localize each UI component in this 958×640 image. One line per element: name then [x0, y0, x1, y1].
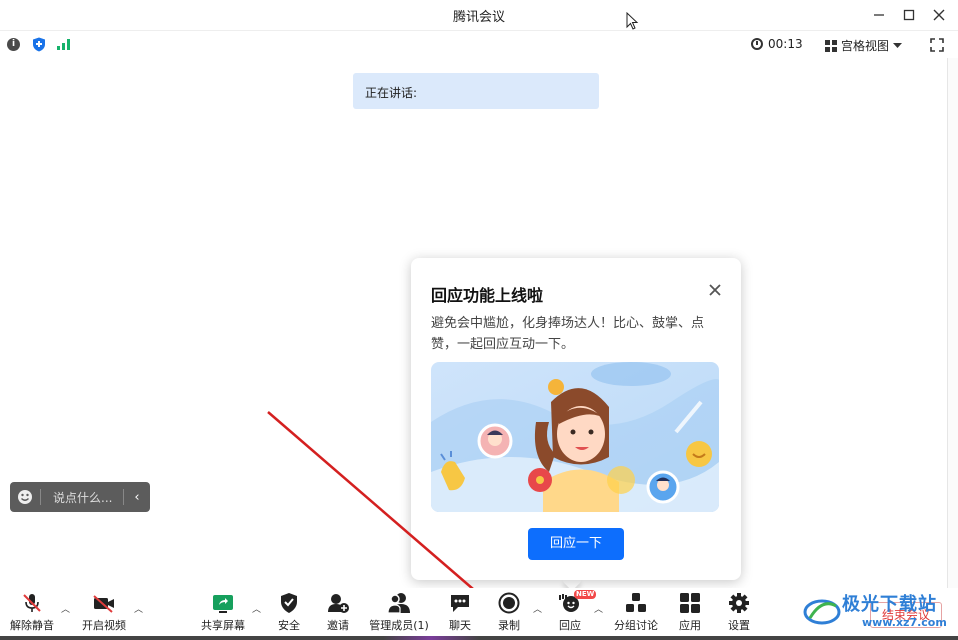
unmute-button[interactable]: 解除静音	[2, 592, 62, 633]
grid-view-icon	[825, 39, 837, 52]
info-icon[interactable]: i	[7, 38, 20, 51]
mic-muted-icon	[23, 594, 41, 612]
taskbar-strip	[0, 636, 958, 640]
gear-icon	[729, 593, 749, 613]
popup-close-button[interactable]	[709, 280, 721, 301]
network-signal-icon[interactable]	[57, 39, 70, 50]
video-off-icon	[93, 595, 114, 613]
breakout-rooms-button[interactable]: 分组讨论	[606, 592, 666, 633]
mouse-cursor-icon	[626, 12, 639, 30]
popup-title: 回应功能上线啦	[431, 286, 544, 305]
start-video-button[interactable]: 开启视频	[74, 592, 134, 633]
manage-members-button[interactable]: 管理成员(1)	[369, 592, 429, 633]
invite-user-icon	[328, 594, 349, 613]
speaking-banner: 正在讲话:	[353, 73, 599, 109]
chat-quick-input[interactable]: 说点什么... ‹	[10, 482, 150, 512]
apps-icon	[680, 593, 700, 613]
title-bar: 腾讯会议	[0, 0, 958, 30]
collapse-chevron-icon[interactable]: ‹	[124, 490, 150, 505]
chevron-down-icon	[893, 42, 903, 48]
respond-now-button[interactable]: 回应一下	[528, 528, 624, 560]
minimize-button[interactable]	[864, 2, 894, 28]
share-screen-button[interactable]: 共享屏幕	[193, 592, 253, 633]
fullscreen-icon[interactable]	[930, 38, 944, 52]
info-bar: i 00:13 宫格视图	[0, 30, 958, 58]
clock-icon	[751, 38, 763, 50]
share-screen-icon	[213, 595, 233, 613]
shield-icon	[281, 593, 297, 613]
reaction-options-caret[interactable]: ︿	[594, 602, 603, 615]
settings-button[interactable]: 设置	[709, 592, 769, 633]
close-icon	[933, 9, 945, 21]
audio-options-caret[interactable]: ︿	[61, 602, 70, 615]
timer-text: 00:13	[768, 37, 803, 51]
meeting-timer: 00:13	[751, 37, 803, 51]
close-window-button[interactable]	[924, 2, 954, 28]
popup-description: 避免会中尴尬，化身捧场达人！比心、鼓掌、点赞，一起回应互动一下。	[431, 316, 705, 352]
members-icon	[387, 593, 410, 614]
maximize-icon	[903, 9, 915, 21]
invite-button[interactable]: 邀请	[308, 592, 368, 633]
meeting-window: 腾讯会议 i 00:13 宫格视图 正在讲话: 说点什么... ‹ 回应功能上线…	[0, 0, 958, 640]
minimize-icon	[874, 14, 884, 16]
video-options-caret[interactable]: ︿	[134, 602, 143, 615]
view-switcher[interactable]: 宫格视图	[825, 37, 903, 54]
site-watermark: 结束会议 极光下载站 www.xz7.com	[800, 588, 958, 640]
background-window-edge	[947, 58, 958, 628]
maximize-button[interactable]	[894, 2, 924, 28]
view-label: 宫格视图	[841, 39, 890, 53]
record-icon	[498, 592, 520, 614]
reaction-illustration	[431, 362, 719, 512]
watermark-logo-icon	[803, 599, 841, 625]
window-title: 腾讯会议	[452, 10, 505, 25]
breakout-icon	[626, 593, 646, 612]
emoji-icon[interactable]	[10, 490, 40, 504]
chat-placeholder[interactable]: 说点什么...	[41, 489, 123, 506]
close-icon	[709, 284, 721, 296]
watermark-url: www.xz7.com	[862, 616, 947, 629]
new-badge: NEW	[574, 590, 597, 599]
record-button[interactable]: 录制	[479, 592, 539, 633]
reaction-feature-popup: 回应功能上线啦 避免会中尴尬，化身捧场达人！比心、鼓掌、点赞，一起回应互动一下。	[411, 258, 741, 580]
chat-icon	[451, 595, 469, 612]
security-shield-icon[interactable]	[32, 37, 46, 52]
watermark-text: 极光下载站	[842, 594, 937, 615]
